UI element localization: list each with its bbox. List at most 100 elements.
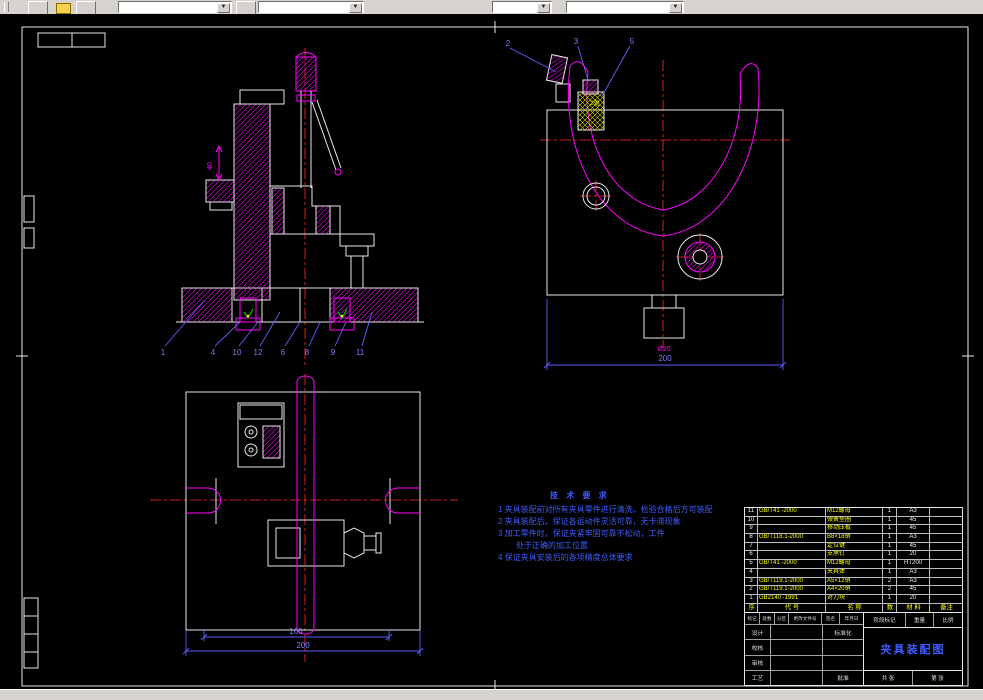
part-name: A4×20销 xyxy=(826,586,883,594)
part-qty: 1 xyxy=(883,525,897,534)
part-note xyxy=(930,560,962,568)
table-row: 3 GB/T119.1-2000 A5×12销 2 A3 xyxy=(745,577,962,587)
color-combo[interactable]: ▼ xyxy=(258,1,364,13)
boss-label: Ø20 xyxy=(657,346,670,353)
lineweight-combo[interactable]: ▼ xyxy=(566,1,684,13)
signature-cell xyxy=(771,625,823,640)
label: 校核 xyxy=(745,640,771,655)
part-code xyxy=(758,568,826,577)
part-material: 45 xyxy=(897,542,930,551)
part-material: 20 xyxy=(897,551,930,560)
part-qty: 1 xyxy=(883,508,897,516)
part-no: 3 xyxy=(745,577,758,586)
part-note xyxy=(930,551,962,559)
balloon-label: 4 xyxy=(211,348,216,357)
part-name: A5×12销 xyxy=(826,577,883,586)
chevron-down-icon[interactable]: ▼ xyxy=(349,3,362,13)
balloon-label: 8 xyxy=(305,348,310,357)
width-dimension: 200 xyxy=(658,354,672,363)
part-qty: 1 xyxy=(883,516,897,525)
revision-row: 标记 处数 分区 更改文件号 签名 年月日 xyxy=(745,613,863,625)
part-no: 4 xyxy=(745,568,758,577)
table-row: 8 GB/T118.1-2000 B8×18销 1 A3 xyxy=(745,534,962,543)
part-note xyxy=(930,578,962,586)
part-name: M12螺母 xyxy=(826,560,883,568)
toolbar-button[interactable] xyxy=(28,1,48,15)
drawing-title: 夹具装配图 xyxy=(864,628,962,671)
part-no: 6 xyxy=(745,551,758,560)
part-material: 45 xyxy=(897,525,930,534)
sign-row: 审核 xyxy=(745,655,863,671)
part-name: 定位键 xyxy=(826,542,883,551)
part-note xyxy=(930,595,962,603)
part-name: M12螺母 xyxy=(826,508,883,516)
weld-dot xyxy=(340,314,344,318)
part-note xyxy=(930,508,962,516)
note-line: 1 夹具装配前对所有夹具零件进行清洗，检验合格后方可装配 xyxy=(498,505,713,514)
balloon-label: 1 xyxy=(161,348,166,357)
toolbar-button[interactable] xyxy=(236,1,256,15)
balloon-label: 10 xyxy=(233,348,242,357)
open-folder-icon[interactable] xyxy=(56,3,71,14)
part-code: GB/T41 -2000 xyxy=(758,508,826,516)
part-code xyxy=(758,551,826,560)
part-qty: 1 xyxy=(883,568,897,577)
part-no: 1 xyxy=(745,594,758,603)
part-note xyxy=(930,517,962,525)
stage-row: 阶段标记 重量 比例 xyxy=(864,613,962,628)
table-row: 6 支承钉 1 20 xyxy=(745,551,962,561)
part-material: 45 xyxy=(897,516,930,525)
sign-row: 校核 xyxy=(745,640,863,656)
part-no: 11 xyxy=(745,508,758,516)
part-qty: 2 xyxy=(883,577,897,586)
label: 设计 xyxy=(745,625,771,640)
label: 更改文件号 xyxy=(789,613,822,624)
toolbar-grip[interactable] xyxy=(4,2,9,12)
part-name: 移动压板 xyxy=(826,525,883,534)
chevron-down-icon[interactable]: ▼ xyxy=(669,3,682,13)
layer-combo[interactable]: ▼ xyxy=(118,1,232,13)
part-qty: 1 xyxy=(883,534,897,542)
label xyxy=(823,640,863,654)
chevron-down-icon[interactable]: ▼ xyxy=(537,3,550,13)
part-no: 8 xyxy=(745,534,758,542)
part-material: A3 xyxy=(897,534,930,542)
table-row: 4 夹具体 1 A3 xyxy=(745,568,962,578)
part-code: GB/T41 -2000 xyxy=(758,560,826,568)
label: 处数 xyxy=(760,613,775,624)
part-qty: 2 xyxy=(883,586,897,594)
part-no: 10 xyxy=(745,516,758,525)
sign-row: 设计 标准化 xyxy=(745,625,863,641)
toolbar-button[interactable] xyxy=(76,1,96,15)
signature-cell xyxy=(771,640,823,655)
table-row: 2 GB/T119.1-2000 A4×20销 2 45 xyxy=(745,586,962,595)
part-code xyxy=(758,525,826,534)
label: 年月日 xyxy=(844,615,859,621)
balloon-label: 3 xyxy=(574,37,579,46)
part-material: 20 xyxy=(897,594,930,603)
linetype-combo[interactable]: ▼ xyxy=(492,1,552,13)
note-line: 3 加工零件时，保证夹紧牢固可靠不松动，工件 xyxy=(498,529,665,538)
balloon-label: 12 xyxy=(254,348,263,357)
table-row: 7 定位键 1 45 xyxy=(745,542,962,552)
weld-dot xyxy=(246,314,250,318)
part-name: 支承钉 xyxy=(826,551,883,560)
signature-cell xyxy=(771,655,823,670)
sign-row: 工艺 批准 xyxy=(745,670,863,685)
chevron-down-icon[interactable]: ▼ xyxy=(217,3,230,13)
status-bar xyxy=(0,689,983,700)
part-note xyxy=(930,543,962,551)
title-block: 标记 处数 分区 更改文件号 签名 年月日 设计 标准化 校核 审核 工艺 批准 xyxy=(744,612,963,686)
label: 审核 xyxy=(745,655,771,670)
label: 比例 xyxy=(942,618,954,624)
note-line: 处于正确的加工位置 xyxy=(516,541,588,550)
part-no: 2 xyxy=(745,586,758,594)
parts-list: 11 GB/T41 -2000 M12螺母 1 A3 10 弹簧垫圈 1 45 … xyxy=(744,507,963,613)
label: 标准化 xyxy=(834,630,852,637)
table-row: 11 GB/T41 -2000 M12螺母 1 A3 xyxy=(745,508,962,517)
part-name: 弹簧垫圈 xyxy=(826,516,883,525)
part-material: A3 xyxy=(897,508,930,516)
part-no: 7 xyxy=(745,542,758,551)
technical-notes: 技 术 要 求 1 夹具装配前对所有夹具零件进行清洗，检验合格后方可装配 2 夹… xyxy=(492,490,748,564)
part-code xyxy=(758,542,826,551)
